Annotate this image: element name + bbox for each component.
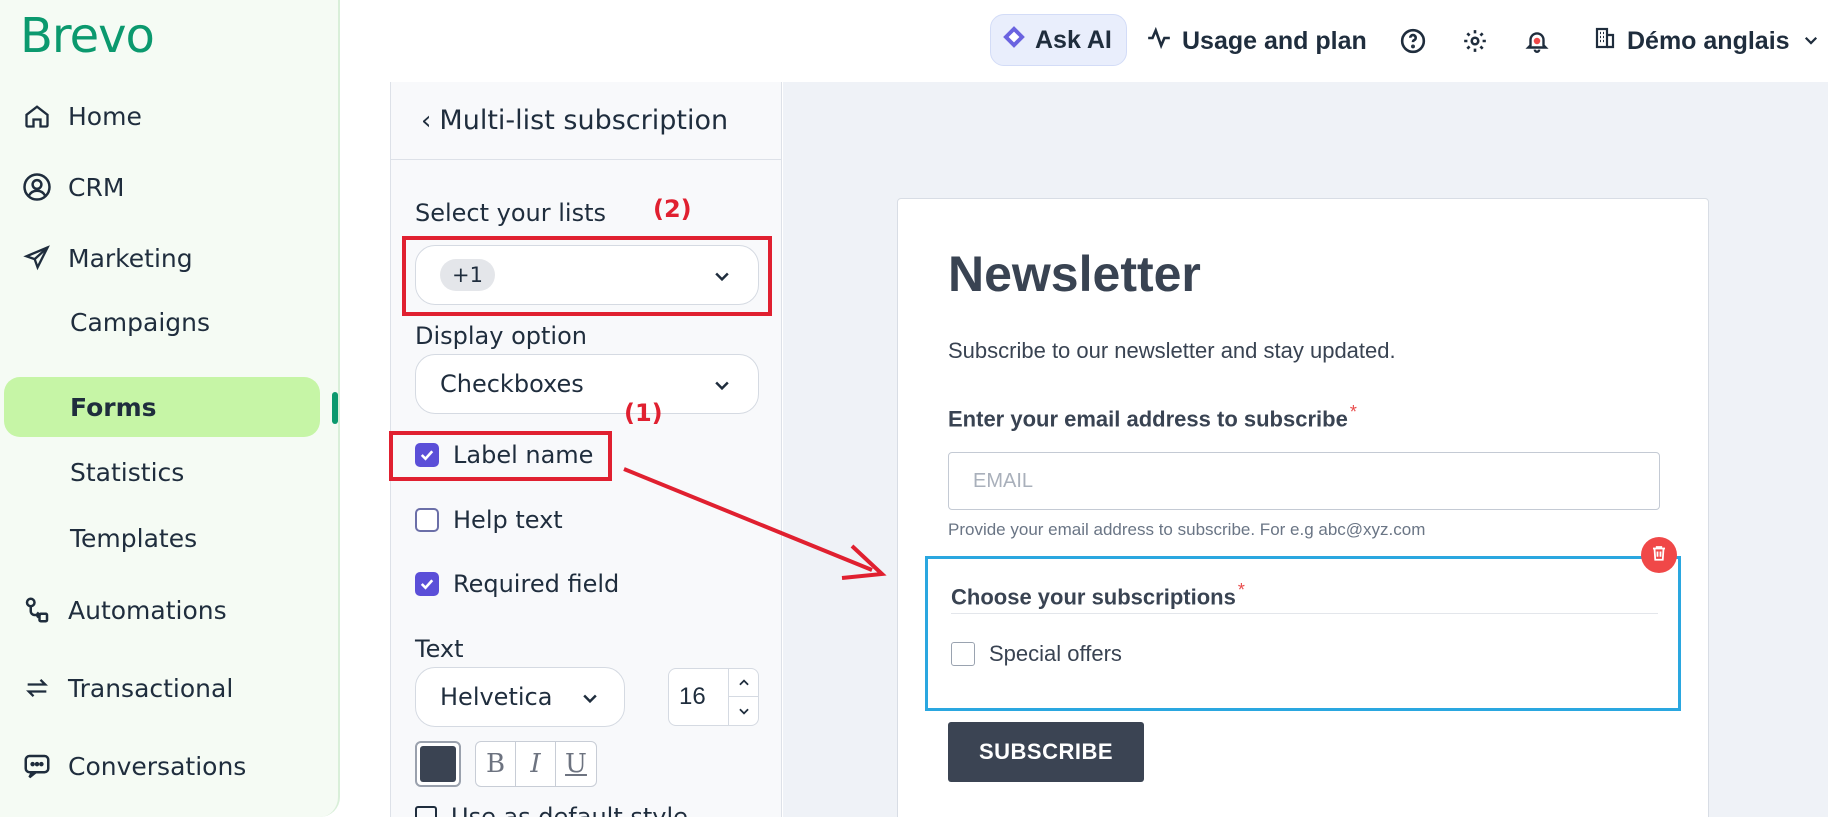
nav-crm[interactable]: CRM	[20, 167, 124, 207]
chevron-up-icon[interactable]	[729, 669, 758, 697]
underline-button[interactable]: U	[556, 742, 596, 786]
annotation-label-1: (1)	[624, 399, 663, 427]
subscriptions-label: Choose your subscriptions *	[951, 580, 1245, 610]
subscription-option[interactable]: Special offers	[951, 641, 1122, 667]
nav-automations[interactable]: Automations	[20, 590, 227, 630]
annotation-box-1	[389, 431, 612, 481]
select-lists-label: Select your lists	[415, 199, 607, 227]
subscription-checkbox[interactable]	[951, 642, 975, 666]
nav-transactional[interactable]: Transactional	[20, 668, 233, 708]
email-field[interactable]: EMAIL	[948, 452, 1660, 510]
font-family-value: Helvetica	[440, 683, 553, 711]
help-text-option[interactable]: Help text	[415, 503, 563, 537]
usage-label: Usage and plan	[1182, 26, 1367, 55]
annotation-box-2	[402, 236, 772, 316]
gear-icon[interactable]	[1460, 26, 1490, 56]
building-icon	[1593, 26, 1627, 57]
nav-home[interactable]: Home	[20, 96, 142, 136]
display-option-label: Display option	[415, 322, 587, 350]
form-title[interactable]: Newsletter	[948, 245, 1201, 303]
text-color-swatch[interactable]	[415, 741, 461, 787]
display-option-select[interactable]: Checkboxes	[415, 354, 759, 414]
arrows-icon	[20, 671, 54, 705]
chevron-down-icon	[1802, 27, 1830, 56]
required-field-option[interactable]: Required field	[415, 567, 619, 601]
home-icon	[20, 99, 54, 133]
required-mark: *	[1237, 580, 1245, 600]
automation-icon	[20, 593, 54, 627]
chat-icon	[20, 749, 54, 783]
help-text-text: Help text	[453, 506, 563, 534]
account-menu[interactable]: Démo anglais	[1593, 22, 1830, 60]
italic-button[interactable]: I	[516, 742, 556, 786]
panel-header: ‹ Multi-list subscription	[391, 82, 781, 160]
help-icon[interactable]	[1398, 26, 1428, 56]
nav-campaigns[interactable]: Campaigns	[70, 302, 210, 342]
required-mark: *	[1349, 402, 1357, 422]
divider	[951, 613, 1658, 614]
panel-title: Multi-list subscription	[439, 105, 729, 136]
nav-automations-label: Automations	[68, 595, 227, 625]
ask-ai-label: Ask AI	[1035, 25, 1112, 54]
default-style-checkbox[interactable]	[415, 806, 437, 817]
help-text-checkbox[interactable]	[415, 508, 439, 532]
bold-button[interactable]: B	[476, 742, 516, 786]
font-family-select[interactable]: Helvetica	[415, 667, 625, 727]
sidebar: Brevo Home CRM Marketing Campaigns Forms…	[0, 0, 340, 817]
activity-icon	[1146, 25, 1182, 58]
usage-and-plan-button[interactable]: Usage and plan	[1146, 22, 1367, 60]
chevron-down-icon	[580, 686, 600, 714]
nav-active-indicator	[332, 392, 338, 424]
subscriptions-label-text: Choose your subscriptions	[951, 584, 1236, 610]
user-circle-icon	[20, 170, 54, 204]
required-field-checkbox[interactable]	[415, 572, 439, 596]
bell-icon[interactable]	[1522, 26, 1552, 56]
nav-marketing-label: Marketing	[68, 243, 193, 273]
default-style-text: Use as default style	[451, 803, 688, 817]
nav-marketing[interactable]: Marketing	[20, 238, 193, 278]
form-description[interactable]: Subscribe to our newsletter and stay upd…	[948, 338, 1396, 364]
subscribe-button[interactable]: SUBSCRIBE	[948, 722, 1144, 782]
nav-home-label: Home	[68, 101, 142, 131]
subscription-option-label: Special offers	[989, 641, 1122, 666]
chevron-down-icon	[712, 373, 732, 401]
trash-icon	[1650, 544, 1668, 567]
nav-transactional-label: Transactional	[68, 673, 234, 703]
ask-ai-button[interactable]: Ask AI	[990, 14, 1127, 66]
nav-crm-label: CRM	[68, 172, 125, 202]
nav-templates[interactable]: Templates	[70, 518, 197, 558]
account-name: Démo anglais	[1627, 26, 1790, 55]
send-icon	[20, 241, 54, 275]
nav-conversations-label: Conversations	[68, 751, 247, 781]
display-option-value: Checkboxes	[440, 370, 584, 398]
scrollbar-track[interactable]	[1828, 82, 1842, 817]
nav-conversations[interactable]: Conversations	[20, 746, 246, 786]
font-size-value: 16	[679, 683, 706, 710]
font-size-stepper[interactable]	[728, 669, 758, 725]
delete-field-button[interactable]	[1641, 537, 1677, 573]
email-label-text: Enter your email address to subscribe	[948, 406, 1348, 432]
nav-statistics[interactable]: Statistics	[70, 452, 184, 492]
default-style-option[interactable]: Use as default style	[415, 803, 688, 817]
nav-forms[interactable]: Forms	[70, 387, 157, 427]
text-section-label: Text	[415, 635, 464, 663]
text-style-buttons: B I U	[475, 741, 597, 787]
nav-active-highlight	[4, 377, 320, 437]
brevo-logo[interactable]: Brevo	[20, 8, 155, 64]
email-help-text: Provide your email address to subscribe.…	[948, 520, 1426, 539]
font-size-input[interactable]: 16	[668, 668, 759, 726]
chevron-down-icon[interactable]	[729, 697, 758, 725]
annotation-label-2: (2)	[653, 195, 692, 223]
color-swatch-fill	[420, 746, 456, 782]
back-chevron-icon[interactable]: ‹	[421, 106, 431, 136]
ai-sparkle-icon	[1001, 24, 1035, 57]
required-field-text: Required field	[453, 570, 620, 598]
email-field-label[interactable]: Enter your email address to subscribe *	[948, 402, 1357, 432]
